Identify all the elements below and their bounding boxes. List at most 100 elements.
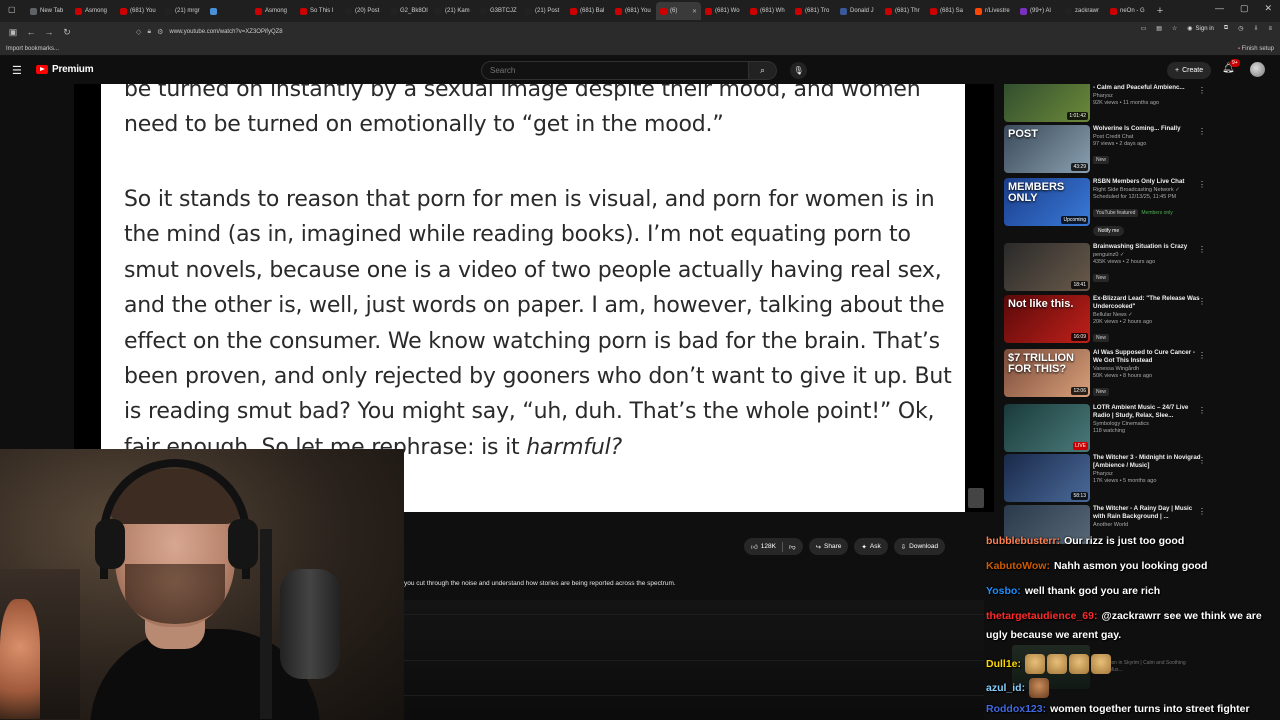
ask-button[interactable]: ✦ Ask [854,538,888,555]
browser-tab[interactable]: So This I [296,2,341,20]
browser-tab[interactable]: (21) Post [521,2,566,20]
lock-icon: 🔒︎ [147,28,152,35]
tab-label: (681) Bal [580,8,605,14]
browser-tab[interactable]: (681) You [611,2,656,20]
recommendation-title: Brainwashing Situation is Crazy [1093,243,1188,250]
tab-list-icon[interactable]: ▢ [8,5,16,14]
youtube-premium-logo[interactable]: Premium [36,64,94,75]
account-avatar[interactable] [1250,62,1265,77]
recommendation-title: - Calm and Peaceful Ambienc... [1093,84,1185,91]
browser-tab[interactable]: (681) You [116,2,161,20]
recommendation-badges: New [1093,148,1203,166]
history-icon[interactable]: ◷ [1238,25,1243,32]
browser-tab[interactable]: New Tab [26,2,71,20]
sign-in-button[interactable]: ◉ Sign in [1187,25,1214,33]
extensions-icon[interactable]: ⧉ [1224,25,1228,32]
sparkle-icon: ✦ [861,543,867,551]
new-tab-icon[interactable]: + [1151,5,1169,17]
reload-icon[interactable]: ↻ [58,27,76,38]
recommendation-thumbnail[interactable]: 58:13 [1004,454,1090,502]
more-options-icon[interactable]: ⋮ [1198,86,1206,95]
more-options-icon[interactable]: ⋮ [1198,456,1206,465]
back-icon[interactable]: ← [22,27,40,37]
download-button[interactable]: ⇩ Download [893,538,946,555]
menu-icon[interactable]: ≡ [1268,26,1272,32]
browser-tab[interactable]: (21) mrgr [161,2,206,20]
more-options-icon[interactable]: ⋮ [1198,297,1206,306]
browser-tab[interactable]: Asmong [71,2,116,20]
forward-icon[interactable]: → [40,27,58,37]
reader-icon[interactable]: ▤ [1156,25,1162,32]
browser-tab[interactable]: G3BTCJZ [476,2,521,20]
close-icon[interactable]: ✕ [1264,3,1272,14]
browser-tab[interactable]: (681) Sa [926,2,971,20]
recommendation-thumbnail[interactable]: $7 TRILLION FOR THIS? 12:06 [1004,349,1090,397]
more-options-icon[interactable]: ⋮ [1198,351,1206,360]
screen: ▢ New Tab Asmong (681) You (21) mrgr Asmong S… [0,0,1280,720]
browser-tab[interactable]: (6) ✕ [656,2,701,20]
chat-username[interactable]: Roddox123: [986,703,1046,715]
chat-username[interactable]: thetargetaudience_69: [986,610,1097,622]
youtube-header: ☰ Premium ⌕ 🎙︎ + Create 🔔︎ 9+ [0,56,1280,84]
recommendation-thumbnail[interactable]: LIVE [1004,404,1090,452]
more-options-icon[interactable]: ⋮ [1198,127,1206,136]
browser-tab[interactable]: (681) Tro [791,2,836,20]
recommendation-thumbnail[interactable]: MEMBERS ONLY Upcoming [1004,178,1090,226]
video-player[interactable]: be turned on instantly by a sexual image… [74,84,994,512]
recommendation-thumbnail[interactable]: Not like this. 16:09 [1004,295,1090,343]
browser-tab[interactable]: Donald J [836,2,881,20]
more-options-icon[interactable]: ⋮ [1198,406,1206,415]
minimize-icon[interactable]: — [1215,3,1224,14]
notify-me-button[interactable]: Notify me [1093,226,1125,236]
chat-username[interactable]: Dull1e: [986,658,1021,670]
browser-tab[interactable]: Asmong [251,2,296,20]
maximize-icon[interactable]: ▢ [1240,3,1249,14]
site-settings-icon[interactable]: ⚙︎ [157,28,163,36]
finish-setup-link[interactable]: ▪ Finish setup [1238,46,1274,52]
more-options-icon[interactable]: ⋮ [1198,180,1206,189]
chat-username[interactable]: KabutoWow: [986,560,1050,572]
browser-tab[interactable] [206,2,251,20]
window-controls: — ▢ ✕ [1215,3,1272,14]
screenshot-icon[interactable]: ▭ [1141,25,1147,32]
more-options-icon[interactable]: ⋮ [1198,245,1206,254]
tab-favicon-icon [525,7,532,15]
mic-arm [260,529,272,719]
browser-tab[interactable]: (681) Wo [701,2,746,20]
recommendation-thumbnail[interactable]: 1:01:42 [1004,84,1090,122]
gift-icon: ▪ [1237,45,1240,52]
share-button[interactable]: ↪ Share [808,538,849,555]
like-dislike-button[interactable]: 👍︎ 128K 👎︎ [744,538,803,555]
downloads-icon[interactable]: ⇩ [1253,25,1258,32]
browser-tab[interactable]: (681) Wh [746,2,791,20]
hamburger-menu-icon[interactable]: ☰ [12,64,22,77]
recommendation-thumbnail[interactable]: POST 43:29 [1004,125,1090,173]
search-button[interactable]: ⌕ [749,61,777,80]
voice-search-button[interactable]: 🎙︎ [790,62,807,79]
browser-tab[interactable]: (681) Thr [881,2,926,20]
recommendation-channel: Another World [1093,522,1129,528]
browser-tab[interactable]: (99+) Al [1016,2,1061,20]
create-button[interactable]: + Create [1167,62,1212,79]
import-bookmarks-link[interactable]: Import bookmarks... [6,46,59,52]
browser-tab[interactable]: (681) Bal [566,2,611,20]
browser-tab[interactable]: (20) Post [341,2,386,20]
tab-close-icon[interactable]: ✕ [692,8,697,15]
star-icon[interactable]: ☆ [1172,25,1177,32]
sidebar-toggle-icon[interactable]: ▣ [4,27,22,38]
browser-tab[interactable]: neOn - G [1106,2,1151,20]
tab-favicon-icon [660,7,667,15]
url-field[interactable]: ◇ 🔒︎ ⚙︎ www.youtube.com/watch?v=XZ3OPify… [136,25,1026,39]
browser-tab[interactable]: zackrawr [1061,2,1106,20]
recommendation-thumbnail[interactable]: 18:41 [1004,243,1090,291]
chat-username[interactable]: bubblebusterr: [986,535,1060,547]
search-input[interactable] [481,61,749,80]
chat-username[interactable]: azul_id: [986,682,1025,694]
more-options-icon[interactable]: ⋮ [1198,507,1206,516]
tab-favicon-icon [255,7,262,15]
browser-tab[interactable]: r/Livestre [971,2,1016,20]
tab-label: G2_Bk8Ol [400,8,428,14]
browser-tab[interactable]: G2_Bk8Ol [386,2,431,20]
chat-username[interactable]: Yosbo: [986,585,1021,597]
browser-tab[interactable]: (21) Kam [431,2,476,20]
